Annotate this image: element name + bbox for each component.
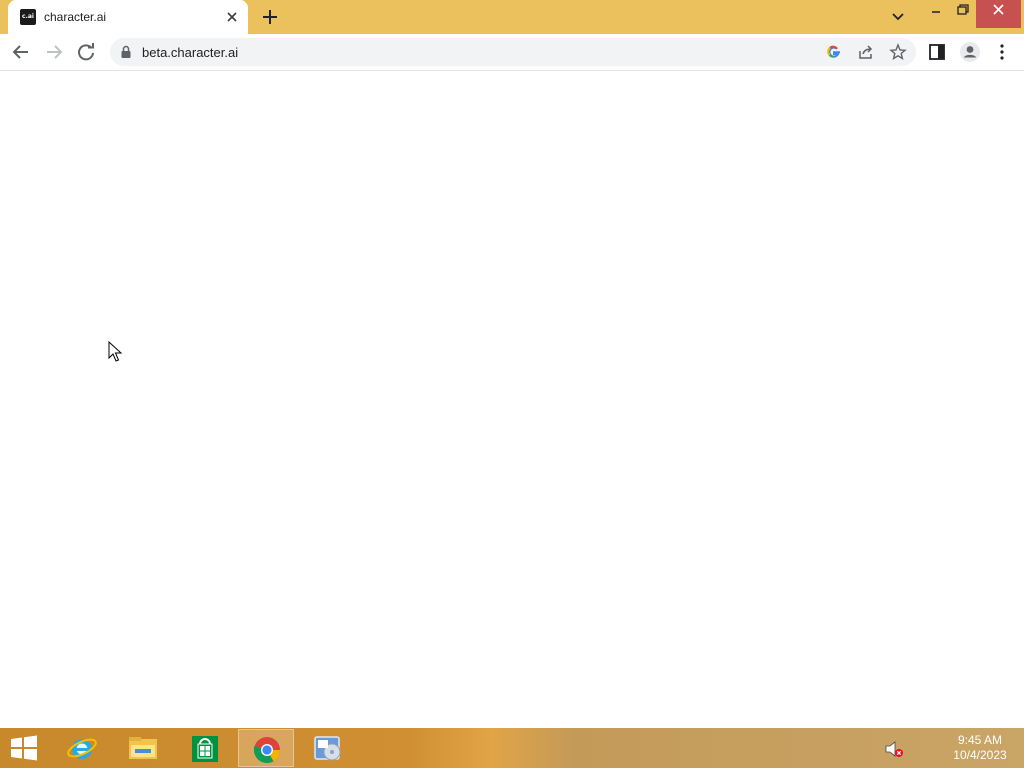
side-panel-icon[interactable] bbox=[928, 43, 946, 61]
reload-icon[interactable] bbox=[75, 41, 97, 63]
taskbar-media-player[interactable] bbox=[300, 729, 356, 767]
system-clock[interactable]: 9:45 AM 10/4/2023 bbox=[940, 733, 1020, 763]
taskbar-store[interactable] bbox=[177, 729, 233, 767]
folder-icon bbox=[129, 737, 157, 759]
tab-close-icon[interactable] bbox=[224, 9, 240, 25]
forward-arrow-icon[interactable] bbox=[43, 41, 65, 63]
windows-start-icon[interactable] bbox=[8, 734, 40, 762]
bookmark-star-icon[interactable] bbox=[889, 43, 907, 61]
close-window-button[interactable] bbox=[976, 0, 1021, 28]
new-tab-button[interactable] bbox=[259, 6, 281, 28]
store-icon bbox=[192, 736, 218, 762]
ie-icon bbox=[67, 738, 97, 759]
address-bar[interactable]: beta.character.ai bbox=[110, 38, 916, 66]
lock-icon[interactable] bbox=[120, 45, 132, 59]
google-icon[interactable] bbox=[825, 43, 843, 61]
media-icon bbox=[314, 736, 341, 761]
volume-muted-icon[interactable] bbox=[884, 740, 904, 758]
minimize-button[interactable] bbox=[922, 0, 950, 28]
kebab-menu-icon[interactable] bbox=[994, 42, 1010, 62]
share-icon[interactable] bbox=[857, 43, 875, 61]
taskbar-file-explorer[interactable] bbox=[115, 729, 171, 767]
tab-favicon: c.ai bbox=[20, 9, 36, 25]
web-page-content[interactable] bbox=[0, 71, 1024, 728]
taskbar-internet-explorer[interactable] bbox=[54, 729, 110, 767]
tab-title: character.ai bbox=[44, 10, 107, 24]
tab-search-chevron-icon[interactable] bbox=[886, 6, 910, 28]
chrome-icon bbox=[253, 737, 281, 764]
mouse-cursor-icon bbox=[108, 341, 122, 362]
back-arrow-icon[interactable] bbox=[10, 41, 32, 63]
taskbar-google-chrome[interactable] bbox=[238, 729, 294, 767]
browser-tab[interactable]: c.ai character.ai bbox=[8, 0, 248, 34]
restore-button[interactable] bbox=[950, 0, 976, 28]
clock-date: 10/4/2023 bbox=[953, 748, 1007, 762]
browser-toolbar: beta.character.ai bbox=[0, 34, 1024, 71]
clock-time: 9:45 AM bbox=[957, 733, 1003, 747]
title-bar: c.ai character.ai bbox=[0, 0, 1024, 34]
profile-icon[interactable] bbox=[959, 41, 981, 63]
taskbar: 9:45 AM 10/4/2023 bbox=[0, 728, 1024, 768]
url-text[interactable]: beta.character.ai bbox=[142, 45, 238, 60]
